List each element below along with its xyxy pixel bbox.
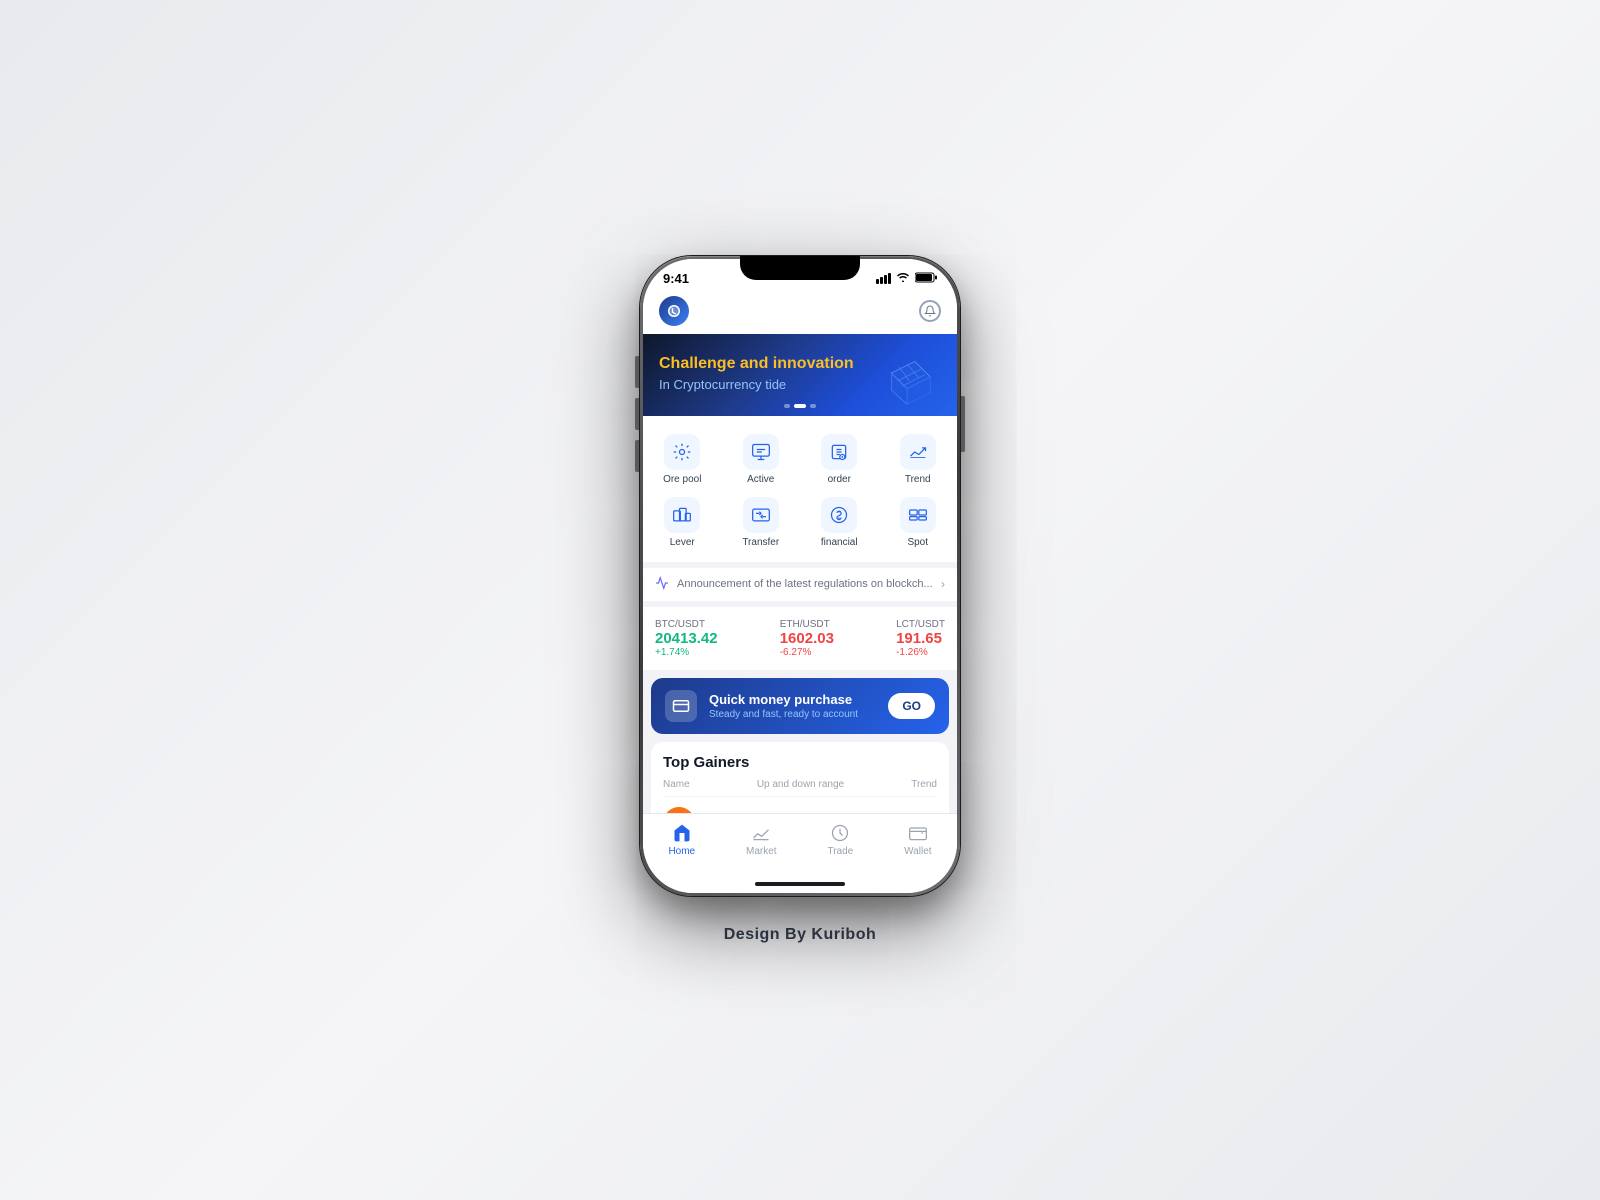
battery-icon [915,272,937,286]
eth-change: -6.27% [780,647,812,658]
lever-label: Lever [670,537,695,548]
menu-item-ore-pool[interactable]: Ore pool [643,428,722,491]
phone-frame: 9:41 [640,256,960,896]
market-icon [750,822,772,844]
home-bar [643,875,957,893]
active-icon [743,434,779,470]
quick-purchase-icon [665,690,697,722]
status-time: 9:41 [663,271,689,286]
lct-price: 191.65 [896,630,942,647]
main-scroll[interactable]: Challenge and innovation In Cryptocurren… [643,334,957,813]
app-logo[interactable] [659,296,689,326]
trend-label: Trend [905,474,931,485]
top-gainers-section: Top Gainers Name Up and down range Trend… [651,742,949,813]
wallet-nav-label: Wallet [904,846,931,857]
financial-icon [821,497,857,533]
wifi-icon [896,272,910,285]
lever-icon [664,497,700,533]
go-button[interactable]: GO [888,693,935,719]
quick-purchase-card[interactable]: Quick money purchase Steady and fast, re… [651,678,949,734]
wallet-icon [907,822,929,844]
home-icon [671,822,693,844]
announcement-text: Announcement of the latest regulations o… [677,578,933,590]
quick-purchase-text: Quick money purchase Steady and fast, re… [709,692,876,720]
banner-cube-icon [867,342,947,412]
transfer-icon [743,497,779,533]
top-gainers-title: Top Gainers [663,754,937,771]
banner-dot-1 [784,404,790,408]
notch [740,256,860,280]
table-header: Name Up and down range Trend [663,779,937,797]
eth-price: 1602.03 [780,630,834,647]
home-indicator [755,882,845,886]
bottom-nav: Home Market [643,813,957,875]
lct-change: -1.26% [896,647,928,658]
ticker-btc[interactable]: BTC/USDT 20413.42 +1.74% [655,619,718,658]
menu-item-transfer[interactable]: Transfer [722,491,801,554]
menu-item-order[interactable]: order [800,428,879,491]
menu-grid: Ore pool Active [643,416,957,562]
menu-item-lever[interactable]: Lever [643,491,722,554]
trade-nav-label: Trade [827,846,853,857]
col-range: Up and down range [757,779,844,790]
trade-icon [829,822,851,844]
menu-item-active[interactable]: Active [722,428,801,491]
nav-wallet[interactable]: Wallet [888,820,947,859]
btc-change: +1.74% [655,647,689,658]
announcement-chevron-icon: › [941,577,945,591]
banner-pagination [784,404,816,408]
order-label: order [828,474,851,485]
phone-mockup: 9:41 [640,256,960,896]
ore-pool-label: Ore pool [663,474,701,485]
footer-attribution: Design By Kuriboh [724,926,877,944]
order-icon [821,434,857,470]
spot-icon [900,497,936,533]
transfer-label: Transfer [742,537,779,548]
nav-trade[interactable]: Trade [811,820,869,859]
financial-label: financial [821,537,858,548]
ore-pool-icon [664,434,700,470]
home-nav-label: Home [668,846,695,857]
btc-row[interactable]: ₿ BTC Bitcoin 20413.42 +1.74% [663,797,937,813]
btc-price: 20413.42 [655,630,718,647]
quick-purchase-title: Quick money purchase [709,692,876,707]
notification-bell-icon[interactable] [919,300,941,322]
trend-icon [900,434,936,470]
signal-icon [876,273,891,284]
btc-pair: BTC/USDT [655,619,705,630]
price-ticker: BTC/USDT 20413.42 +1.74% ETH/USDT 1602.0… [643,607,957,670]
col-trend: Trend [911,779,937,790]
lct-pair: LCT/USDT [896,619,945,630]
status-icons [876,272,937,286]
nav-market[interactable]: Market [730,820,793,859]
menu-item-spot[interactable]: Spot [879,491,958,554]
eth-pair: ETH/USDT [780,619,830,630]
spot-label: Spot [907,537,928,548]
announcement-bar[interactable]: Announcement of the latest regulations o… [643,568,957,601]
menu-item-financial[interactable]: financial [800,491,879,554]
promo-banner[interactable]: Challenge and innovation In Cryptocurren… [643,334,957,416]
banner-dot-2 [794,404,806,408]
quick-purchase-subtitle: Steady and fast, ready to account [709,709,876,720]
col-name: Name [663,779,690,790]
menu-item-trend[interactable]: Trend [879,428,958,491]
nav-home[interactable]: Home [652,820,711,859]
ticker-lct[interactable]: LCT/USDT 191.65 -1.26% [896,619,945,658]
banner-dot-3 [810,404,816,408]
ticker-eth[interactable]: ETH/USDT 1602.03 -6.27% [780,619,834,658]
app-screen: 9:41 [643,259,957,893]
active-label: Active [747,474,774,485]
announcement-icon [655,576,669,593]
market-nav-label: Market [746,846,777,857]
phone-screen: 9:41 [643,259,957,893]
app-header [643,292,957,334]
